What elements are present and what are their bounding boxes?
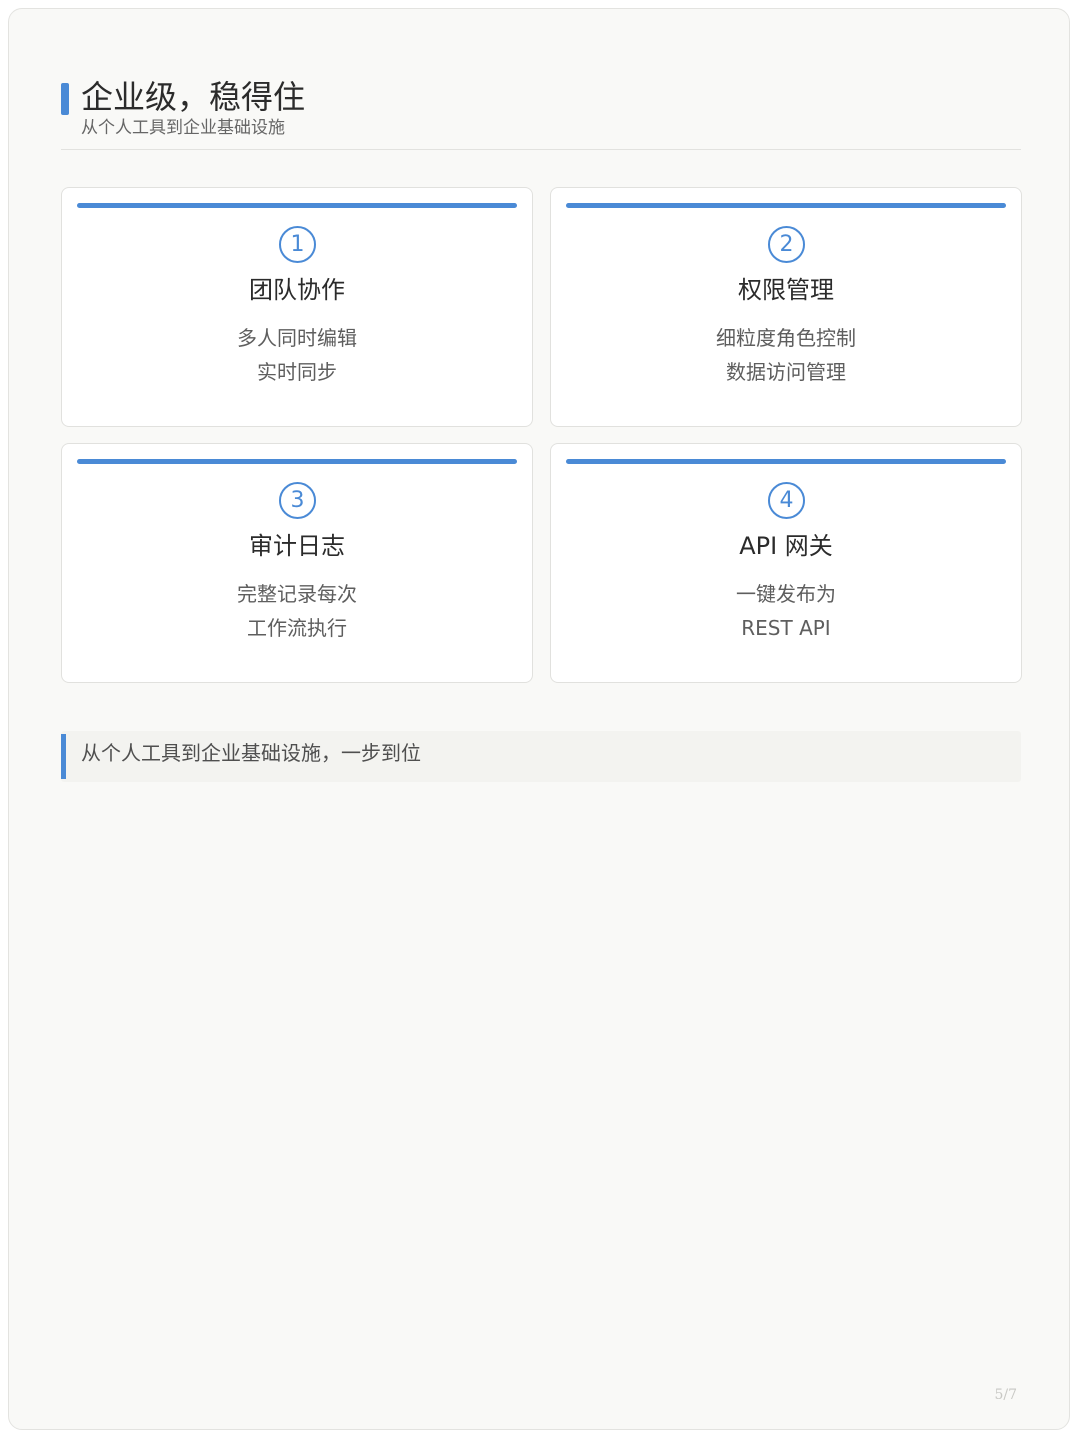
- callout-accent-bar: [61, 734, 66, 779]
- card-number-badge: 1: [279, 226, 316, 263]
- feature-card-permission-management: 2 权限管理 细粒度角色控制 数据访问管理: [550, 187, 1022, 427]
- title-accent-bar: [61, 83, 69, 115]
- feature-grid: 1 团队协作 多人同时编辑 实时同步 2 权限管理 细粒度角色控制 数据访问管理…: [61, 187, 1022, 683]
- feature-card-api-gateway: 4 API 网关 一键发布为 REST API: [550, 443, 1022, 683]
- card-description-line-2: REST API: [741, 616, 831, 640]
- card-description-line-1: 完整记录每次: [237, 582, 357, 606]
- page-subtitle: 从个人工具到企业基础设施: [81, 118, 285, 138]
- card-number-badge: 2: [768, 226, 805, 263]
- card-title: API 网关: [739, 532, 833, 560]
- card-accent-bar: [566, 459, 1006, 464]
- card-accent-bar: [77, 203, 517, 208]
- card-description-line-2: 实时同步: [257, 360, 337, 384]
- card-number-badge: 4: [768, 482, 805, 519]
- card-description-line-1: 细粒度角色控制: [716, 326, 856, 350]
- card-description-line-1: 多人同时编辑: [237, 326, 357, 350]
- section-header: 企业级，稳得住 从个人工具到企业基础设施: [61, 78, 1021, 150]
- feature-card-team-collaboration: 1 团队协作 多人同时编辑 实时同步: [61, 187, 533, 427]
- page-number: 5/7: [994, 1387, 1017, 1403]
- card-description-line-2: 工作流执行: [247, 616, 347, 640]
- callout-text: 从个人工具到企业基础设施，一步到位: [81, 741, 421, 765]
- feature-card-audit-log: 3 审计日志 完整记录每次 工作流执行: [61, 443, 533, 683]
- card-description-line-2: 数据访问管理: [726, 360, 846, 384]
- card-accent-bar: [77, 459, 517, 464]
- summary-callout: 从个人工具到企业基础设施，一步到位: [61, 731, 1021, 782]
- slide-page: 企业级，稳得住 从个人工具到企业基础设施 1 团队协作 多人同时编辑 实时同步 …: [8, 8, 1070, 1430]
- card-accent-bar: [566, 203, 1006, 208]
- card-description-line-1: 一键发布为: [736, 582, 836, 606]
- page-title: 企业级，稳得住: [81, 78, 306, 116]
- card-title: 团队协作: [249, 276, 345, 304]
- card-title: 审计日志: [249, 532, 345, 560]
- card-title: 权限管理: [738, 276, 834, 304]
- card-number-badge: 3: [279, 482, 316, 519]
